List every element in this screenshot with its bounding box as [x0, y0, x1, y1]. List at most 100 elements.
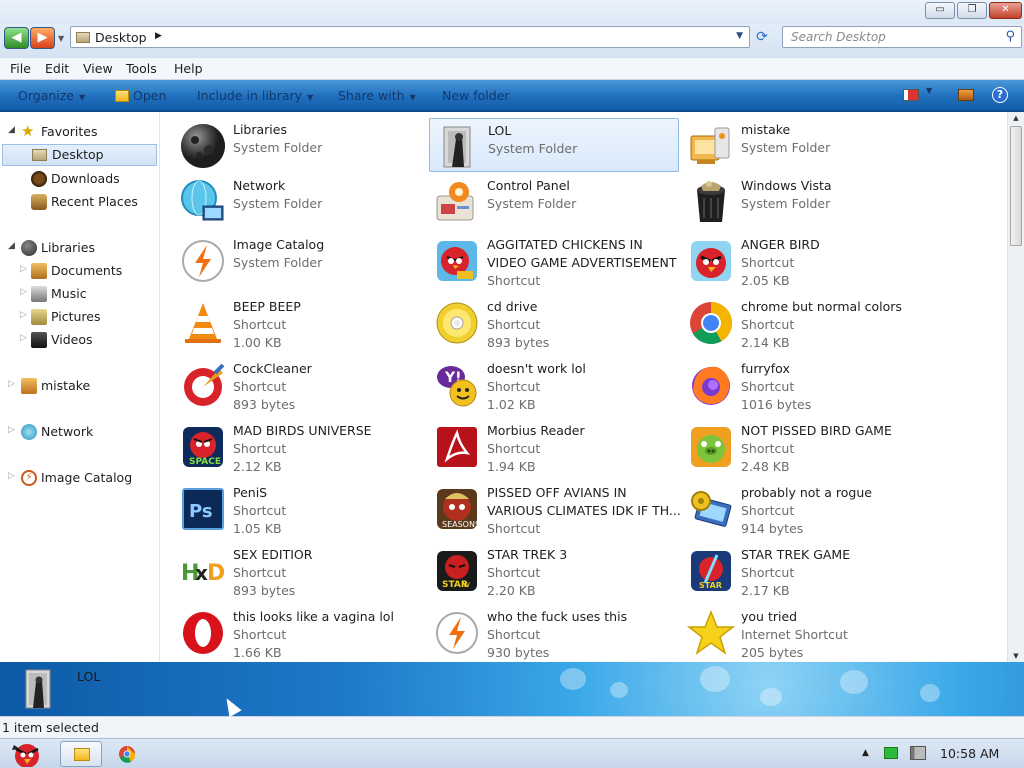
opera-icon — [183, 612, 223, 654]
file-item-beep-beep[interactable]: BEEP BEEP Shortcut 1.00 KB — [175, 295, 425, 350]
vertical-scrollbar[interactable]: ▲ ▼ — [1007, 112, 1024, 662]
organize-button[interactable]: Organize ▼ — [18, 88, 85, 103]
yahoo-messenger-icon: Y! — [437, 366, 477, 407]
file-item-image-catalog[interactable]: Image Catalog System Folder — [175, 233, 425, 287]
sidebar-item-documents[interactable]: ▷ Documents — [0, 260, 158, 282]
include-in-library-button[interactable]: Include in library ▼ — [197, 88, 313, 103]
taskbar-explorer-button[interactable] — [60, 741, 102, 767]
menu-edit[interactable]: Edit — [45, 61, 69, 76]
address-row: ◀ ▶ ▼ Desktop ▶ ▼ ⟳ ⚲ — [0, 24, 1024, 58]
sidebar-item-recent-places[interactable]: Recent Places — [0, 191, 158, 213]
file-item-lol[interactable]: LOL System Folder — [429, 118, 679, 172]
scroll-down-icon[interactable]: ▼ — [1008, 652, 1024, 660]
file-item-control-panel[interactable]: Control Panel System Folder — [429, 174, 679, 228]
navigation-pane: ◢ ★ Favorites Desktop Downloads Recent P… — [0, 112, 160, 662]
user-folder-icon — [25, 669, 51, 709]
desktop-icon — [32, 149, 47, 161]
open-button[interactable]: Open — [115, 88, 166, 103]
sidebar-item-mistake[interactable]: ▷ mistake — [0, 375, 158, 397]
cd-disc-icon — [436, 302, 478, 344]
file-item-libraries[interactable]: Libraries System Folder — [175, 118, 425, 172]
forward-button[interactable]: ▶ — [30, 27, 55, 49]
maximize-button[interactable]: ❐ — [957, 2, 987, 19]
sidebar-item-videos[interactable]: ▷ Videos — [0, 329, 158, 351]
preview-pane-icon[interactable] — [958, 89, 974, 101]
file-item-this-looks-like[interactable]: this looks like a vagina lol Shortcut 1.… — [175, 605, 425, 660]
file-item-star-trek-3[interactable]: STAR W STAR TREK 3 Shortcut 2.20 KB — [429, 543, 679, 598]
network-icon — [181, 180, 224, 221]
file-item-pissed-off-avians[interactable]: SEASONS PISSED OFF AVIANS IN VARIOUS CLI… — [429, 481, 681, 536]
file-item-you-tried[interactable]: you tried Internet Shortcut 205 bytes — [683, 605, 933, 660]
sidebar-item-libraries[interactable]: ◢ Libraries — [0, 237, 158, 259]
settings-computer-icon — [691, 491, 732, 527]
file-item-probably-not-a-rogue[interactable]: probably not a rogue Shortcut 914 bytes — [683, 481, 933, 536]
file-item-morbius-reader[interactable]: Morbius Reader Shortcut 1.94 KB — [429, 419, 679, 474]
music-icon — [31, 286, 47, 302]
start-button-angry-bird-icon[interactable] — [2, 741, 52, 767]
file-item-cockcleaner[interactable]: CockCleaner Shortcut 893 bytes — [175, 357, 425, 412]
menu-bar: File Edit View Tools Help — [0, 58, 1024, 80]
file-item-anger-bird[interactable]: ANGER BIRD Shortcut 2.05 KB — [683, 233, 933, 288]
sidebar-item-network[interactable]: ▷ Network — [0, 421, 158, 443]
sidebar-item-desktop[interactable]: Desktop — [2, 144, 157, 166]
taskbar-chrome-icon[interactable] — [116, 745, 138, 763]
scroll-thumb[interactable] — [1010, 126, 1022, 246]
close-button[interactable]: ✕ — [989, 2, 1022, 19]
file-item-aggitated-chickens[interactable]: AGGITATED CHICKENS IN VIDEO GAME ADVERTI… — [429, 233, 679, 288]
change-view-icon[interactable] — [903, 89, 919, 101]
file-item-not-pissed-bird-game[interactable]: NOT PISSED BIRD GAME Shortcut 2.48 KB — [683, 419, 933, 474]
image-catalog-icon — [182, 240, 224, 282]
file-item-mad-birds-universe[interactable]: SPACE MAD BIRDS UNIVERSE Shortcut 2.12 K… — [175, 419, 425, 474]
share-with-button[interactable]: Share with ▼ — [338, 88, 416, 103]
bad-piggies-icon — [691, 427, 731, 467]
file-item-windows-vista[interactable]: Windows Vista System Folder — [683, 174, 933, 228]
help-icon[interactable]: ? — [992, 87, 1008, 103]
menu-help[interactable]: Help — [174, 61, 203, 76]
minimize-button[interactable]: ▭ — [925, 2, 955, 19]
angry-birds-space-icon: SPACE — [183, 427, 223, 467]
menu-view[interactable]: View — [83, 61, 113, 76]
address-dropdown-icon[interactable]: ▼ — [736, 31, 743, 41]
scroll-up-icon[interactable]: ▲ — [1008, 114, 1024, 122]
file-item-furryfox[interactable]: furryfox Shortcut 1016 bytes — [683, 357, 933, 412]
file-item-network[interactable]: Network System Folder — [175, 174, 425, 228]
back-button[interactable]: ◀ — [4, 27, 29, 49]
file-item-sex-editior[interactable]: HxD SEX EDITIOR Shortcut 893 bytes — [175, 543, 425, 598]
file-item-penis[interactable]: Ps PeniS Shortcut 1.05 KB — [175, 481, 425, 536]
user-folder-icon — [443, 126, 471, 168]
volume-icon[interactable] — [910, 746, 926, 760]
sidebar-item-downloads[interactable]: Downloads — [0, 168, 158, 190]
svg-text:Ps: Ps — [189, 501, 213, 522]
file-item-mistake[interactable]: mistake System Folder — [683, 118, 933, 172]
menu-tools[interactable]: Tools — [126, 61, 157, 76]
downloads-icon — [31, 171, 47, 187]
action-center-icon[interactable] — [884, 747, 898, 759]
file-item-doesnt-work[interactable]: Y! doesn't work lol Shortcut 1.02 KB — [429, 357, 679, 412]
address-path: Desktop — [95, 30, 147, 45]
search-input[interactable] — [791, 29, 996, 45]
search-box[interactable]: ⚲ — [782, 26, 1022, 48]
tray-expand-icon[interactable]: ▲ — [862, 748, 869, 758]
sidebar-item-image-catalog[interactable]: ▷ ⚡ Image Catalog — [0, 467, 158, 489]
view-options-dropdown-icon[interactable]: ▼ — [926, 86, 932, 95]
search-icon[interactable]: ⚲ — [1005, 29, 1015, 44]
address-bar[interactable]: Desktop ▶ ▼ — [70, 26, 750, 48]
new-folder-button[interactable]: New folder — [442, 88, 510, 103]
file-item-star-trek-game[interactable]: STAR STAR TREK GAME Shortcut 2.17 KB — [683, 543, 933, 598]
file-item-chrome[interactable]: chrome but normal colors Shortcut 2.14 K… — [683, 295, 933, 350]
sidebar-item-pictures[interactable]: ▷ Pictures — [0, 306, 158, 328]
recycle-bin-icon — [697, 181, 725, 222]
angry-birds-star-wars-icon: STAR — [691, 551, 731, 591]
sidebar-item-favorites[interactable]: ◢ ★ Favorites — [0, 121, 158, 143]
file-item-who-uses-this[interactable]: who the fuck uses this Shortcut 930 byte… — [429, 605, 679, 660]
menu-file[interactable]: File — [10, 61, 31, 76]
recent-pages-dropdown-icon[interactable]: ▼ — [58, 34, 64, 43]
clock[interactable]: 10:58 AM — [940, 746, 999, 761]
pictures-icon — [31, 309, 47, 325]
sidebar-item-music[interactable]: ▷ Music — [0, 283, 158, 305]
refresh-icon[interactable]: ⟳ — [752, 27, 772, 47]
computer-icon — [21, 378, 37, 394]
breadcrumb-arrow-icon[interactable]: ▶ — [155, 31, 162, 41]
svg-text:D: D — [207, 561, 225, 586]
file-item-cd-drive[interactable]: cd drive Shortcut 893 bytes — [429, 295, 679, 350]
